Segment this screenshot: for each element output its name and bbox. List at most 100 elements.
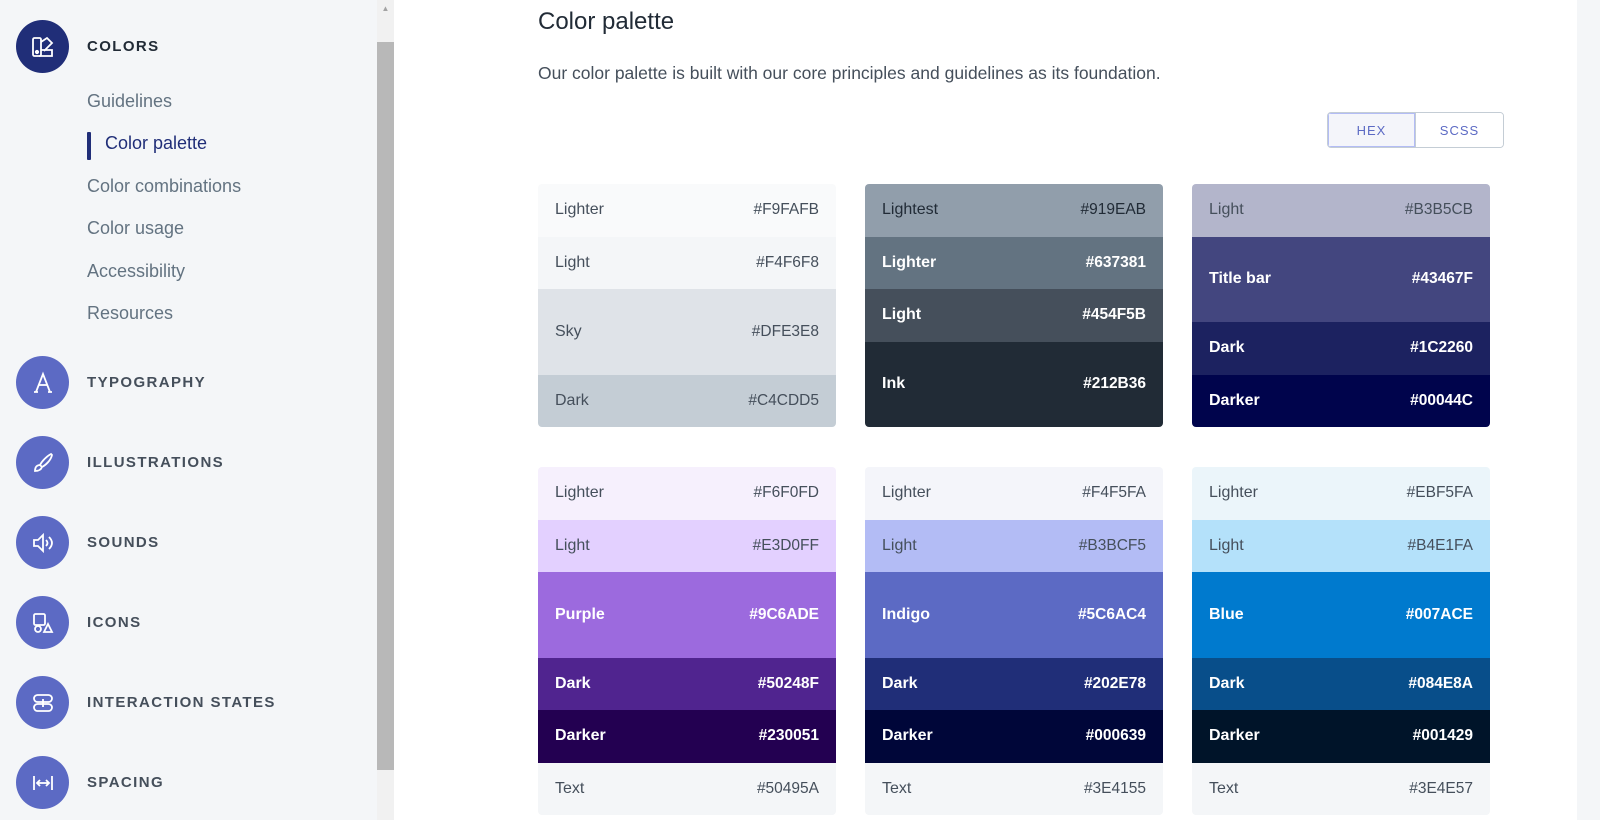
swatch-name: Darker [1209,727,1260,745]
shapes-icon [16,596,69,649]
swatch-hex: #F6F0FD [753,484,819,502]
color-card: Lightest #919EAB Lighter #637381 Light #454F5… [865,184,1163,427]
color-swatch[interactable]: Darker #00044C [1192,374,1490,427]
sidebar-section-label: ILLUSTRATIONS [87,454,225,471]
swatch-name: Text [555,779,585,797]
color-card: Lighter #F6F0FD Light #E3D0FF Purple #9C6ADE D… [538,467,836,815]
color-swatch[interactable]: Text #3E4E57 [1192,762,1490,815]
swatch-hex: #637381 [1085,253,1146,271]
sidebar-section-colors[interactable]: COLORS [16,20,160,73]
swatch-name: Darker [882,727,933,745]
swatch-hex: #202E78 [1083,674,1146,692]
swatch-hex: #F9FAFB [753,201,819,219]
color-swatch[interactable]: Light #B3B5CB [1192,184,1490,237]
hex-format-button[interactable]: HEX [1328,113,1415,147]
interaction-icon [16,676,69,729]
main-content: Color palette Our color palette is built… [394,0,1577,820]
swatch-hex: #230051 [758,727,819,745]
swatch-hex: #3E4155 [1083,779,1146,797]
subnav-item-color-usage[interactable]: Color usage [87,208,241,251]
color-swatch[interactable]: Purple #9C6ADE [538,572,836,658]
sidebar-section-sounds[interactable]: SOUNDS [16,516,160,569]
color-swatch[interactable]: Light #B3BCF5 [865,519,1163,572]
color-swatch[interactable]: Light #F4F6F8 [538,236,836,289]
subnav-item-resources[interactable]: Resources [87,293,241,336]
swatch-hex: #EBF5FA [1406,484,1473,502]
color-swatch[interactable]: Lighter #637381 [865,236,1163,289]
swatch-name: Dark [555,674,591,692]
swatch-name: Lighter [882,253,937,271]
swatch-name: Text [882,779,912,797]
subnav-item-color-palette[interactable]: Color palette [87,123,241,166]
color-swatch[interactable]: Indigo #5C6AC4 [865,572,1163,658]
sidebar-section-label: INTERACTION STATES [87,694,276,711]
page-gutter [1577,0,1600,820]
scrollbar-thumb[interactable] [377,42,394,770]
color-swatch[interactable]: Ink #212B36 [865,341,1163,427]
subnav-item-accessibility[interactable]: Accessibility [87,250,241,293]
swatch-name: Dark [1209,674,1245,692]
swatch-hex: #B3B5CB [1404,201,1473,219]
swatch-hex: #084E8A [1408,674,1473,692]
swatch-name: Lightest [882,201,939,219]
color-swatch[interactable]: Lighter #EBF5FA [1192,467,1490,520]
swatch-name: Darker [555,727,606,745]
typography-icon [16,356,69,409]
color-swatch[interactable]: Title bar #43467F [1192,236,1490,322]
color-swatch[interactable]: Light #454F5B [865,289,1163,342]
color-swatch[interactable]: Dark #1C2260 [1192,322,1490,375]
color-swatch[interactable]: Lighter #F4F5FA [865,467,1163,520]
sidebar-section-typography[interactable]: TYPOGRAPHY [16,356,206,409]
subnav-item-color-combinations[interactable]: Color combinations [87,165,241,208]
swatch-hex: #50495A [756,779,819,797]
swatch-hex: #1C2260 [1410,339,1473,357]
color-swatch[interactable]: Lighter #F6F0FD [538,467,836,520]
color-swatch[interactable]: Darker #230051 [538,710,836,763]
swatch-hex: #43467F [1411,270,1473,288]
color-swatch[interactable]: Light #B4E1FA [1192,519,1490,572]
scroll-up-arrow-icon[interactable]: ▲ [377,0,394,17]
color-swatch[interactable]: Darker #001429 [1192,710,1490,763]
swatch-hex: #5C6AC4 [1077,605,1146,623]
color-swatch[interactable]: Dark #202E78 [865,657,1163,710]
swatch-name: Title bar [1209,270,1271,288]
subnav-item-guidelines[interactable]: Guidelines [87,80,241,123]
color-swatch[interactable]: Dark #084E8A [1192,657,1490,710]
color-card: Lighter #EBF5FA Light #B4E1FA Blue #007ACE Dar… [1192,467,1490,815]
color-swatch[interactable]: Dark #C4CDD5 [538,374,836,427]
sidebar-section-label: ICONS [87,614,142,631]
swatch-name: Text [1209,779,1239,797]
color-swatch[interactable]: Dark #50248F [538,657,836,710]
swatch-hex: #000639 [1085,727,1146,745]
color-swatch-icon [16,20,69,73]
swatch-name: Light [882,306,922,324]
page-description: Our color palette is built with our core… [538,63,1161,83]
color-swatch[interactable]: Light #E3D0FF [538,519,836,572]
color-swatch[interactable]: Lighter #F9FAFB [538,184,836,237]
swatch-name: Light [1209,536,1244,554]
swatch-name: Lighter [555,484,604,502]
scss-format-button[interactable]: SCSS [1415,113,1503,147]
sidebar-scrollbar[interactable]: ▲ [377,0,394,820]
color-swatch[interactable]: Text #3E4155 [865,762,1163,815]
color-swatch[interactable]: Sky #DFE3E8 [538,289,836,375]
sidebar: COLORS Guidelines Color palette Color co… [0,0,377,820]
swatch-name: Lighter [555,201,604,219]
sidebar-section-label: SPACING [87,774,165,791]
sidebar-section-spacing[interactable]: SPACING [16,756,164,809]
page-title: Color palette [538,8,675,35]
sidebar-section-interaction-states[interactable]: INTERACTION STATES [16,676,276,729]
color-swatch[interactable]: Blue #007ACE [1192,572,1490,658]
swatch-hex: #B4E1FA [1407,536,1474,554]
swatch-hex: #F4F6F8 [756,253,819,271]
swatch-name: Lighter [882,484,931,502]
color-swatch[interactable]: Lightest #919EAB [865,184,1163,237]
swatch-name: Light [882,536,917,554]
sidebar-section-icons[interactable]: ICONS [16,596,142,649]
brush-icon [16,436,69,489]
color-swatch[interactable]: Text #50495A [538,762,836,815]
swatch-hex: #9C6ADE [749,605,819,623]
swatch-hex: #DFE3E8 [751,322,819,340]
sidebar-section-illustrations[interactable]: ILLUSTRATIONS [16,436,224,489]
color-swatch[interactable]: Darker #000639 [865,710,1163,763]
